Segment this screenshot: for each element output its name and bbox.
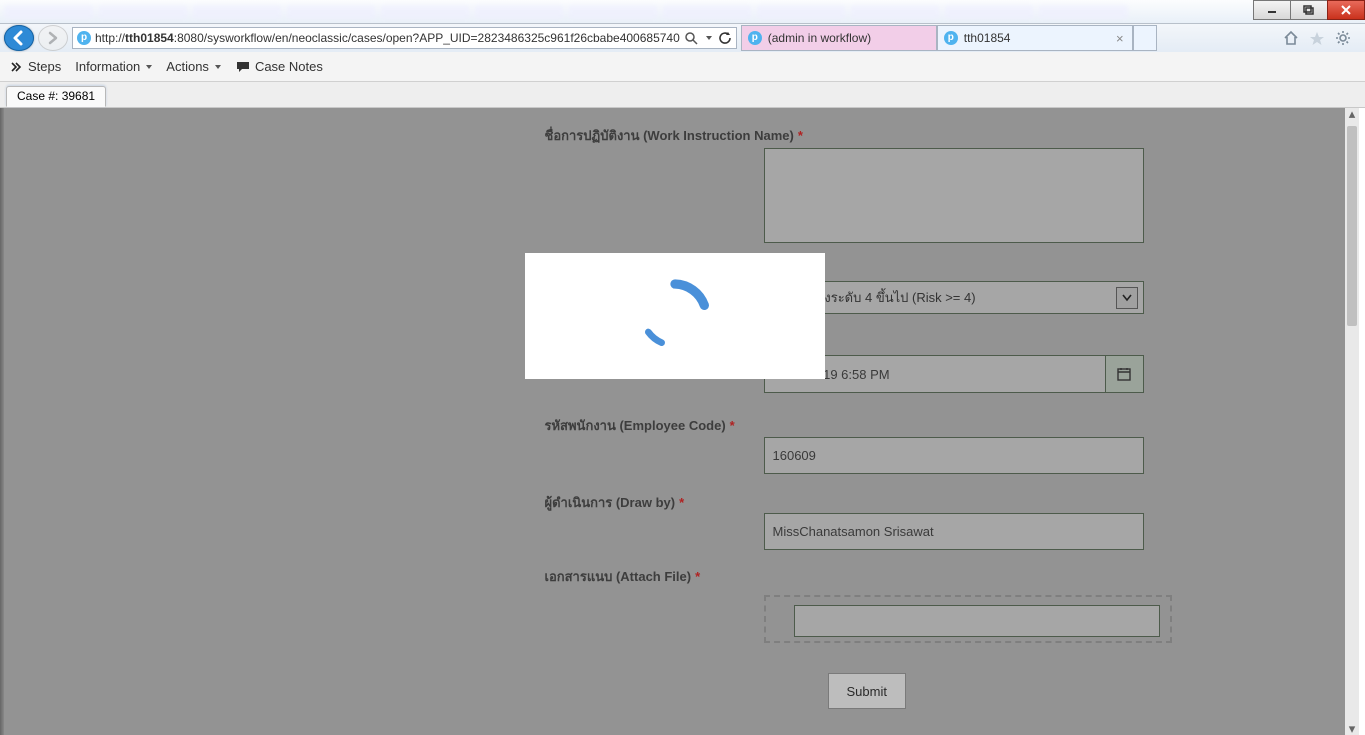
select-dropdown-button[interactable] bbox=[1116, 287, 1138, 309]
toolbar-actions[interactable]: Actions bbox=[166, 59, 221, 74]
toolbar-steps-label: Steps bbox=[28, 59, 61, 74]
chevron-down-icon bbox=[215, 65, 221, 69]
date-picker-button[interactable] bbox=[1106, 355, 1144, 393]
tab-favicon: p bbox=[944, 31, 958, 45]
draw-by-label: ผู้ดำเนินการ (Draw by)* bbox=[545, 492, 685, 513]
chat-icon bbox=[235, 60, 251, 74]
settings-icon[interactable] bbox=[1335, 30, 1351, 46]
toolbar-casenotes-label: Case Notes bbox=[255, 59, 323, 74]
tab-title: (admin in workflow) bbox=[768, 31, 930, 45]
url-dropdown-icon[interactable] bbox=[706, 36, 712, 40]
browser-tab-strip: p (admin in workflow) p tth01854 × bbox=[741, 24, 1157, 52]
window-title-bar bbox=[0, 0, 1365, 24]
tab-title: tth01854 bbox=[964, 31, 1108, 45]
toolbar-steps[interactable]: Steps bbox=[10, 59, 61, 74]
refresh-icon[interactable] bbox=[718, 31, 732, 45]
window-close-button[interactable] bbox=[1327, 0, 1365, 20]
toolbar-information[interactable]: Information bbox=[75, 59, 152, 74]
new-tab-button[interactable] bbox=[1133, 25, 1157, 51]
chevron-down-icon bbox=[1122, 294, 1132, 302]
scroll-up-icon[interactable]: ▴ bbox=[1347, 108, 1357, 120]
scroll-down-icon[interactable]: ▾ bbox=[1347, 723, 1357, 735]
search-icon[interactable] bbox=[684, 31, 698, 45]
loading-modal bbox=[525, 253, 825, 379]
employee-code-input[interactable]: 160609 bbox=[764, 437, 1144, 474]
tab-close-icon[interactable]: × bbox=[1114, 31, 1126, 46]
chevron-down-icon bbox=[146, 65, 152, 69]
toolbar-actions-label: Actions bbox=[166, 59, 209, 74]
window-minimize-button[interactable] bbox=[1253, 0, 1291, 20]
submit-button[interactable]: Submit bbox=[828, 673, 906, 709]
toolbar-casenotes[interactable]: Case Notes bbox=[235, 59, 323, 74]
form-overlay: ชื่อการปฏิบัติงาน (Work Instruction Name… bbox=[4, 108, 1345, 735]
main-area: ชื่อการปฏิบัติงาน (Work Instruction Name… bbox=[0, 108, 1365, 735]
browser-tab-tth01854[interactable]: p tth01854 × bbox=[937, 25, 1133, 51]
site-favicon: p bbox=[77, 31, 91, 45]
attach-dropzone[interactable] bbox=[764, 595, 1172, 643]
work-instruction-input[interactable] bbox=[764, 148, 1144, 243]
url-text: http://tth01854:8080/sysworkflow/en/neoc… bbox=[95, 31, 680, 45]
browser-tab-admin[interactable]: p (admin in workflow) bbox=[741, 25, 937, 51]
scrollbar-thumb[interactable] bbox=[1347, 126, 1357, 326]
draw-by-input[interactable]: MissChanatsamon Srisawat bbox=[764, 513, 1144, 550]
loading-spinner-icon bbox=[635, 276, 715, 356]
steps-icon bbox=[10, 61, 24, 73]
browser-back-button[interactable] bbox=[4, 25, 34, 51]
home-icon[interactable] bbox=[1283, 30, 1299, 46]
work-instruction-label: ชื่อการปฏิบัติงาน (Work Instruction Name… bbox=[545, 125, 803, 146]
background-window-tabs bbox=[0, 0, 1365, 23]
browser-address-bar: p http://tth01854:8080/sysworkflow/en/ne… bbox=[0, 24, 1365, 52]
case-tab[interactable]: Case #: 39681 bbox=[6, 86, 106, 107]
browser-forward-button[interactable] bbox=[38, 25, 68, 51]
favorites-icon[interactable] bbox=[1309, 30, 1325, 46]
toolbar-information-label: Information bbox=[75, 59, 140, 74]
window-restore-button[interactable] bbox=[1290, 0, 1328, 20]
vertical-scrollbar[interactable]: ▴ ▾ bbox=[1345, 108, 1359, 735]
tab-favicon: p bbox=[748, 31, 762, 45]
calendar-icon bbox=[1116, 366, 1132, 382]
case-tab-row: Case #: 39681 bbox=[0, 82, 1365, 108]
employee-code-label: รหัสพนักงาน (Employee Code)* bbox=[545, 415, 735, 436]
attach-file-input[interactable] bbox=[794, 605, 1160, 637]
url-input[interactable]: p http://tth01854:8080/sysworkflow/en/ne… bbox=[72, 27, 737, 49]
app-toolbar: Steps Information Actions Case Notes bbox=[0, 52, 1365, 82]
attach-file-label: เอกสารแนบ (Attach File)* bbox=[545, 566, 701, 587]
